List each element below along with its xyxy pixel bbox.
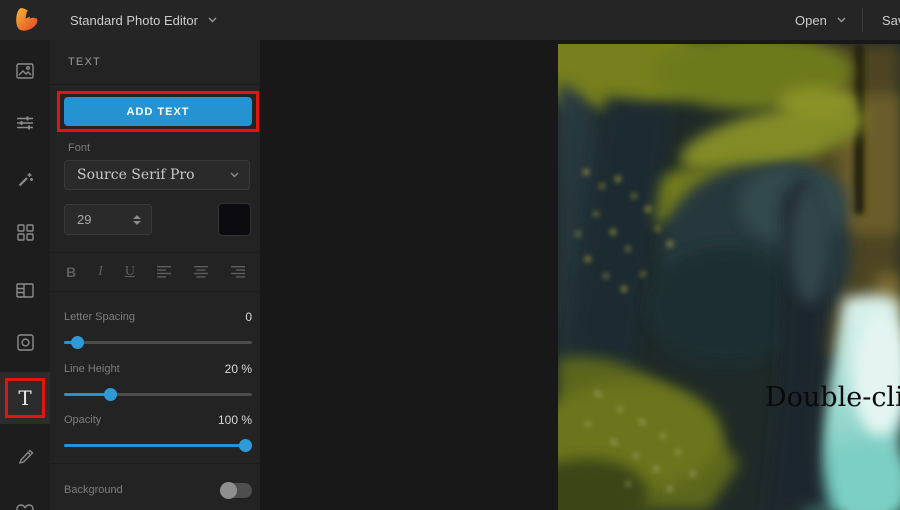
italic-button[interactable]: I bbox=[98, 264, 103, 280]
letter-spacing-value: 0 bbox=[245, 310, 252, 324]
tool-rail: T bbox=[0, 40, 50, 510]
sidebar-item-text[interactable]: T bbox=[0, 378, 50, 418]
line-height-group: Line Height 20 % bbox=[64, 360, 252, 404]
elements-grid-icon bbox=[16, 223, 34, 241]
sidebar-item-frame[interactable] bbox=[0, 322, 50, 362]
sidebar-item-draw[interactable] bbox=[0, 435, 50, 475]
slider-handle[interactable] bbox=[104, 388, 118, 401]
font-size-value: 29 bbox=[77, 212, 92, 227]
line-height-label: Line Height bbox=[64, 363, 120, 375]
slider-handle[interactable] bbox=[239, 439, 252, 452]
heart-icon bbox=[16, 504, 34, 510]
chevron-down-icon bbox=[230, 172, 239, 178]
sidebar-item-elements[interactable] bbox=[0, 212, 50, 252]
pen-icon bbox=[18, 448, 33, 464]
background-toggle[interactable] bbox=[220, 481, 252, 499]
add-text-button[interactable]: ADD TEXT bbox=[64, 97, 252, 126]
sidebar-item-adjust[interactable] bbox=[0, 103, 50, 143]
align-left-icon[interactable] bbox=[156, 266, 172, 278]
font-label: Font bbox=[68, 142, 91, 154]
slider-handle[interactable] bbox=[71, 336, 84, 349]
letter-spacing-slider[interactable] bbox=[64, 336, 252, 349]
sidebar-item-retouch[interactable] bbox=[0, 159, 50, 199]
underline-button[interactable]: U bbox=[125, 264, 135, 280]
font-size-input[interactable]: 29 bbox=[64, 204, 152, 235]
line-height-value: 20 % bbox=[224, 362, 252, 376]
top-bar: Standard Photo Editor Open Save bbox=[0, 0, 900, 40]
align-center-icon[interactable] bbox=[193, 266, 209, 278]
background-row: Background bbox=[64, 476, 252, 504]
opacity-value: 100 % bbox=[217, 413, 252, 427]
save-button[interactable]: Save bbox=[882, 0, 900, 40]
text-tool-icon: T bbox=[18, 386, 32, 410]
font-select[interactable]: Source Serif Pro bbox=[64, 160, 250, 190]
font-size-stepper[interactable] bbox=[133, 214, 141, 225]
topbar-divider bbox=[862, 8, 863, 32]
opacity-label: Opacity bbox=[64, 414, 102, 426]
opacity-group: Opacity 100 % bbox=[64, 411, 252, 455]
photo-editor-app: Standard Photo Editor Open Save bbox=[0, 0, 900, 510]
toggle-knob bbox=[220, 481, 237, 499]
magic-wand-icon bbox=[18, 172, 33, 186]
collage-icon bbox=[16, 282, 34, 298]
photo-layer[interactable]: Double-click t bbox=[558, 44, 900, 510]
text-format-toolbar: B I U bbox=[50, 252, 260, 292]
chevron-down-icon bbox=[208, 17, 217, 23]
canyon-photo: Double-click t bbox=[558, 44, 900, 510]
opacity-slider[interactable] bbox=[64, 439, 252, 452]
editor-canvas[interactable]: Double-click t bbox=[260, 40, 900, 510]
panel-divider bbox=[50, 463, 260, 464]
frame-icon bbox=[16, 333, 34, 351]
letter-spacing-group: Letter Spacing 0 bbox=[64, 308, 252, 352]
text-color-swatch[interactable] bbox=[218, 203, 251, 236]
letter-spacing-label: Letter Spacing bbox=[64, 311, 135, 323]
chevron-down-icon bbox=[837, 17, 846, 23]
align-right-icon[interactable] bbox=[231, 266, 246, 278]
sidebar-item-collage[interactable] bbox=[0, 270, 50, 310]
sliders-icon bbox=[17, 116, 33, 130]
image-icon bbox=[16, 63, 34, 79]
panel-title: TEXT bbox=[50, 40, 260, 85]
canvas-text-object[interactable]: Double-click t bbox=[765, 382, 900, 413]
open-menu[interactable]: Open bbox=[795, 0, 846, 40]
text-panel: TEXT ADD TEXT Font Source Serif Pro 29 B… bbox=[50, 40, 260, 510]
background-label: Background bbox=[64, 484, 123, 496]
app-logo-icon[interactable] bbox=[12, 5, 42, 35]
document-title: Standard Photo Editor bbox=[70, 12, 198, 28]
line-height-slider[interactable] bbox=[64, 388, 252, 401]
font-select-value: Source Serif Pro bbox=[77, 167, 195, 183]
sidebar-item-image[interactable] bbox=[0, 51, 50, 91]
open-label: Open bbox=[795, 12, 827, 28]
document-title-menu[interactable]: Standard Photo Editor bbox=[70, 0, 217, 40]
sidebar-item-favorites[interactable] bbox=[0, 492, 50, 510]
bold-button[interactable]: B bbox=[66, 264, 76, 280]
